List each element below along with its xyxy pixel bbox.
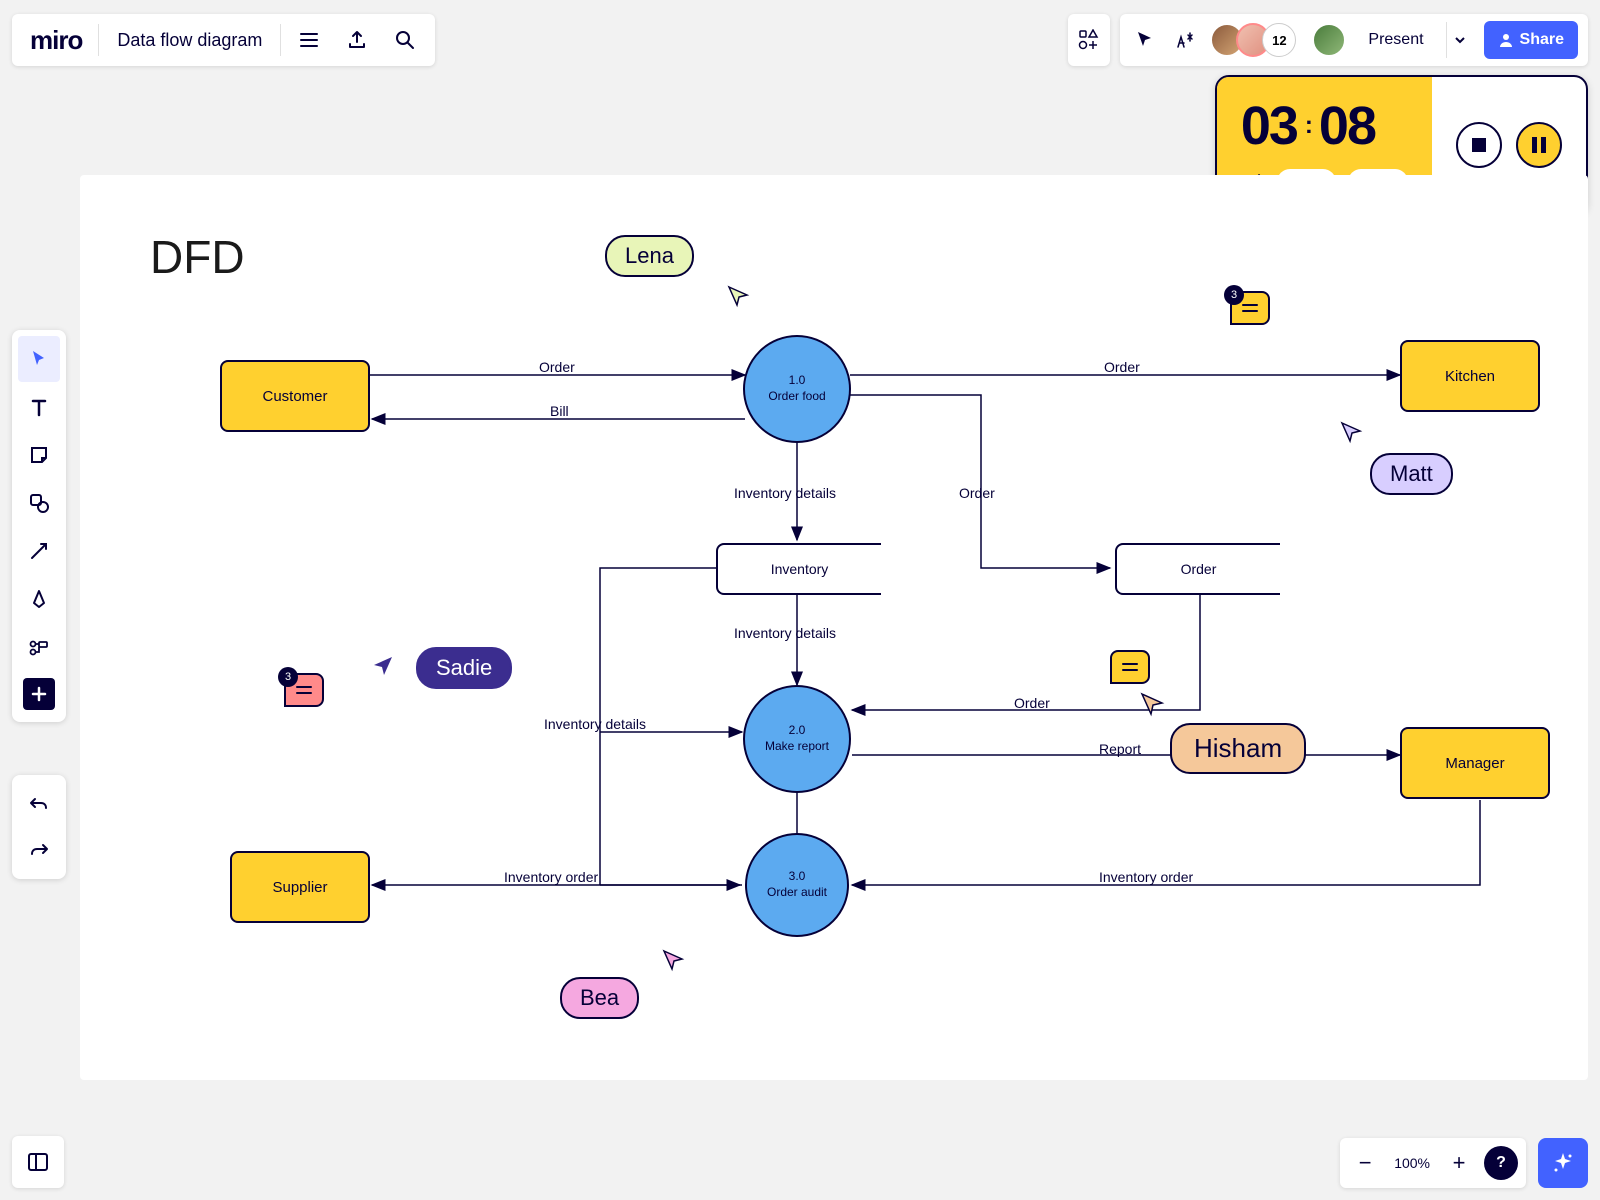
left-toolbar	[12, 330, 66, 722]
menu-icon[interactable]	[289, 20, 329, 60]
connector-tool[interactable]	[18, 528, 60, 574]
comment-bubble[interactable]	[1110, 650, 1150, 684]
divider	[98, 24, 99, 56]
timer-colon: :	[1305, 112, 1311, 140]
undo-button[interactable]	[18, 781, 60, 827]
comment-bubble[interactable]: 3	[284, 673, 324, 707]
comment-count-badge: 3	[278, 667, 298, 687]
help-button[interactable]: ?	[1484, 1146, 1518, 1180]
process-label: Make report	[765, 739, 829, 755]
zoom-control: − 100% + ?	[1340, 1138, 1526, 1188]
present-dropdown-icon[interactable]	[1446, 22, 1474, 58]
flow-label: Order	[535, 359, 579, 375]
share-button[interactable]: Share	[1484, 21, 1578, 59]
flow-label: Order	[1100, 359, 1144, 375]
flow-label: Bill	[546, 403, 573, 419]
presence-tag-bea: Bea	[560, 977, 639, 1019]
cursor-icon	[1138, 690, 1166, 718]
entity-manager[interactable]: Manager	[1400, 727, 1550, 799]
avatar-self[interactable]	[1312, 23, 1346, 57]
entity-customer[interactable]: Customer	[220, 360, 370, 432]
cursor-tool-icon[interactable]	[1130, 20, 1160, 60]
sticky-note-tool[interactable]	[18, 432, 60, 478]
entity-supplier[interactable]: Supplier	[230, 851, 370, 923]
timer-minutes: 03	[1241, 95, 1297, 157]
pen-tool[interactable]	[18, 576, 60, 622]
zoom-in-button[interactable]: +	[1442, 1146, 1476, 1180]
datastore-inventory[interactable]: Inventory	[716, 543, 881, 595]
process-label: Order audit	[767, 885, 827, 901]
comment-bubble[interactable]: 3	[1230, 291, 1270, 325]
process-order-audit[interactable]: 3.0 Order audit	[745, 833, 849, 937]
cursor-icon	[1338, 419, 1364, 445]
collab-controls: 12 Present Share	[1120, 14, 1588, 66]
avatar-overflow-count[interactable]: 12	[1262, 23, 1296, 57]
avatar-stack[interactable]: 12	[1210, 23, 1296, 57]
divider	[280, 24, 281, 56]
apps-button[interactable]	[1068, 14, 1110, 66]
process-num: 3.0	[789, 869, 806, 885]
flow-label: Inventory details	[730, 625, 840, 641]
process-make-report[interactable]: 2.0 Make report	[743, 685, 851, 793]
flow-label: Inventory order	[1095, 869, 1197, 885]
board-title[interactable]: Data flow diagram	[107, 30, 272, 51]
presence-tag-lena: Lena	[605, 235, 694, 277]
datastore-order[interactable]: Order	[1115, 543, 1280, 595]
timer-seconds: 08	[1319, 95, 1375, 157]
frame-tool[interactable]	[18, 624, 60, 670]
canvas[interactable]: DFD Customer Kitchen Ma	[80, 175, 1588, 1080]
text-tool[interactable]	[18, 384, 60, 430]
cursor-icon	[660, 947, 686, 973]
diagram-title[interactable]: DFD	[150, 230, 245, 284]
comment-count-badge: 3	[1224, 285, 1244, 305]
topbar-left-group: miro Data flow diagram	[12, 14, 435, 66]
flow-label: Inventory details	[730, 485, 840, 501]
cursor-icon	[725, 283, 751, 309]
process-num: 1.0	[789, 373, 806, 389]
presence-tag-matt: Matt	[1370, 453, 1453, 495]
select-tool[interactable]	[18, 336, 60, 382]
flow-label: Inventory order	[500, 869, 602, 885]
process-order-food[interactable]: 1.0 Order food	[743, 335, 851, 443]
timer-pause-button[interactable]	[1516, 122, 1562, 168]
top-bar: miro Data flow diagram 12	[12, 12, 1588, 68]
undo-redo-toolbar	[12, 775, 66, 879]
flow-label: Inventory details	[540, 716, 650, 732]
presence-tag-sadie: Sadie	[416, 647, 512, 689]
add-more-tool[interactable]	[23, 678, 55, 710]
topbar-right-group: 12 Present Share	[1068, 14, 1588, 66]
timer-stop-button[interactable]	[1456, 122, 1502, 168]
presence-tag-hisham: Hisham	[1170, 723, 1306, 774]
redo-button[interactable]	[18, 827, 60, 873]
flow-label: Order	[955, 485, 999, 501]
flow-label: Order	[1010, 695, 1054, 711]
miro-logo[interactable]: miro	[22, 25, 90, 56]
process-num: 2.0	[789, 723, 806, 739]
zoom-value[interactable]: 100%	[1390, 1155, 1434, 1171]
frames-panel-button[interactable]	[12, 1136, 64, 1188]
process-label: Order food	[768, 389, 825, 405]
reactions-icon[interactable]	[1170, 20, 1200, 60]
timer-time: 03 : 08	[1241, 95, 1408, 157]
bottom-right-controls: − 100% + ?	[1340, 1138, 1588, 1188]
zoom-out-button[interactable]: −	[1348, 1146, 1382, 1180]
entity-kitchen[interactable]: Kitchen	[1400, 340, 1540, 412]
search-icon[interactable]	[385, 20, 425, 60]
export-icon[interactable]	[337, 20, 377, 60]
present-button[interactable]: Present	[1356, 22, 1435, 58]
cursor-icon	[370, 653, 396, 679]
ai-assist-button[interactable]	[1538, 1138, 1588, 1188]
shape-tool[interactable]	[18, 480, 60, 526]
flow-label: Report	[1095, 741, 1145, 757]
